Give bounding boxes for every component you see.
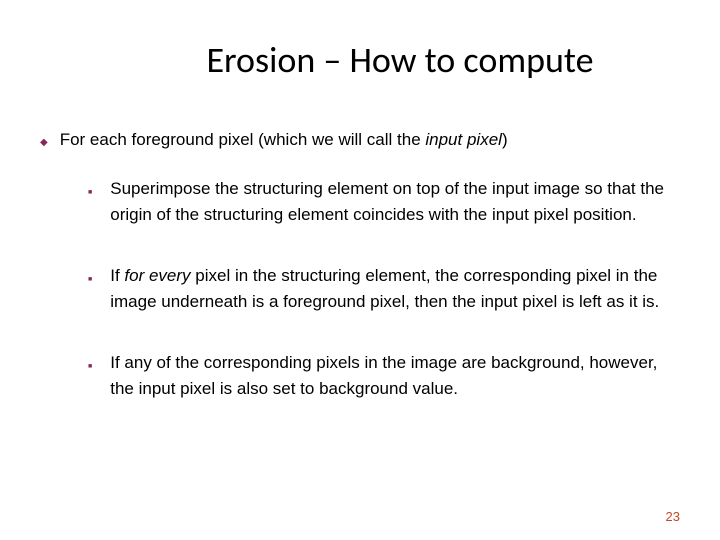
square-bullet-icon: ■	[88, 188, 92, 199]
main-bullet: ◆ For each foreground pixel (which we wi…	[40, 130, 680, 150]
text-fragment: pixel in the structuring element, the co…	[110, 266, 659, 311]
text-fragment: For each foreground pixel (which we will…	[60, 130, 426, 149]
text-fragment: If	[110, 266, 124, 285]
slide: Erosion – How to compute ◆ For each fore…	[0, 0, 720, 540]
sub-bullet-text: If for every pixel in the structuring el…	[110, 263, 680, 314]
sub-bullet-text: Superimpose the structuring element on t…	[110, 176, 680, 227]
sub-bullet: ■ Superimpose the structuring element on…	[40, 176, 680, 227]
text-fragment: )	[502, 130, 508, 149]
sub-bullet: ■ If for every pixel in the structuring …	[40, 263, 680, 314]
page-number: 23	[666, 509, 680, 524]
diamond-bullet-icon: ◆	[40, 137, 48, 148]
sub-bullet-text: If any of the corresponding pixels in th…	[110, 350, 680, 401]
sub-bullet: ■ If any of the corresponding pixels in …	[40, 350, 680, 401]
square-bullet-icon: ■	[88, 362, 92, 373]
text-italic: input pixel	[425, 130, 502, 149]
text-italic: for every	[124, 266, 190, 285]
square-bullet-icon: ■	[88, 275, 92, 286]
main-bullet-text: For each foreground pixel (which we will…	[60, 130, 508, 150]
slide-title: Erosion – How to compute	[40, 38, 680, 82]
